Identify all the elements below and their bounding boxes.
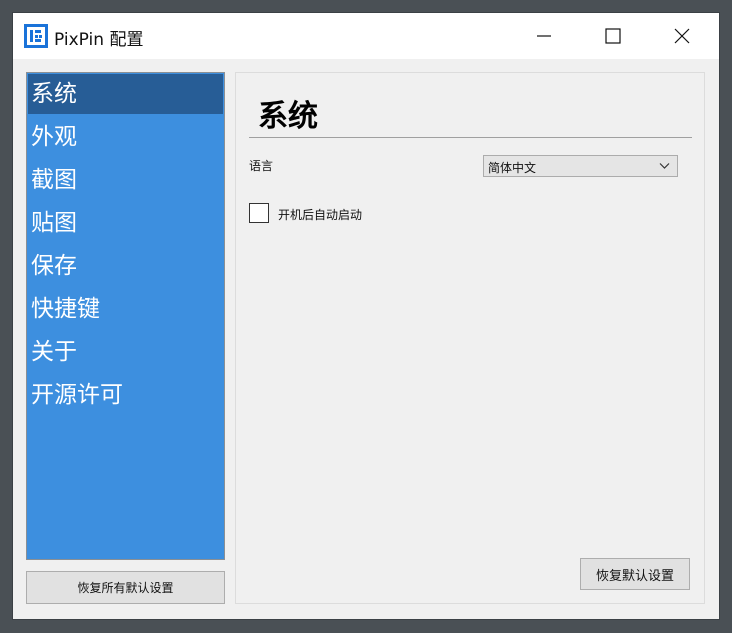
autostart-checkbox[interactable]	[249, 203, 269, 223]
close-button[interactable]	[659, 13, 705, 59]
sidebar-item-shortcuts[interactable]: 快捷键	[28, 289, 223, 329]
autostart-label[interactable]: 开机后自动启动	[278, 206, 362, 223]
pixpin-logo-icon	[24, 24, 48, 48]
chevron-down-icon	[659, 163, 670, 169]
sidebar-item-pin[interactable]: 贴图	[28, 203, 223, 243]
sidebar-item-system[interactable]: 系统	[28, 74, 223, 114]
window-title: PixPin 配置	[54, 30, 144, 50]
sidebar-item-licenses[interactable]: 开源许可	[28, 375, 223, 415]
reset-defaults-button[interactable]: 恢复默认设置	[580, 558, 690, 590]
page-title: 系统	[258, 99, 318, 134]
reset-all-button[interactable]: 恢复所有默认设置	[26, 571, 225, 604]
settings-window: PixPin 配置 系统 外观 截图 贴图 保存 快捷键 关于 开源许可 恢复所…	[13, 13, 719, 619]
language-label: 语言	[249, 159, 274, 173]
sidebar-item-screenshot[interactable]: 截图	[28, 160, 223, 200]
settings-sidebar: 系统 外观 截图 贴图 保存 快捷键 关于 开源许可	[26, 72, 225, 560]
minimize-button[interactable]	[521, 13, 567, 59]
language-select-value: 简体中文	[488, 161, 537, 175]
sidebar-item-save[interactable]: 保存	[28, 246, 223, 286]
minimize-icon	[537, 35, 551, 37]
sidebar-item-appearance[interactable]: 外观	[28, 117, 223, 157]
maximize-button[interactable]	[590, 13, 636, 59]
settings-panel: 系统 语言 简体中文 开机后自动启动 恢复默认设置	[235, 72, 705, 604]
maximize-icon	[605, 28, 621, 44]
sidebar-item-about[interactable]: 关于	[28, 332, 223, 372]
title-bar[interactable]: PixPin 配置	[13, 13, 719, 59]
close-icon	[674, 28, 690, 44]
language-select[interactable]: 简体中文	[483, 155, 678, 177]
title-divider	[249, 137, 692, 138]
